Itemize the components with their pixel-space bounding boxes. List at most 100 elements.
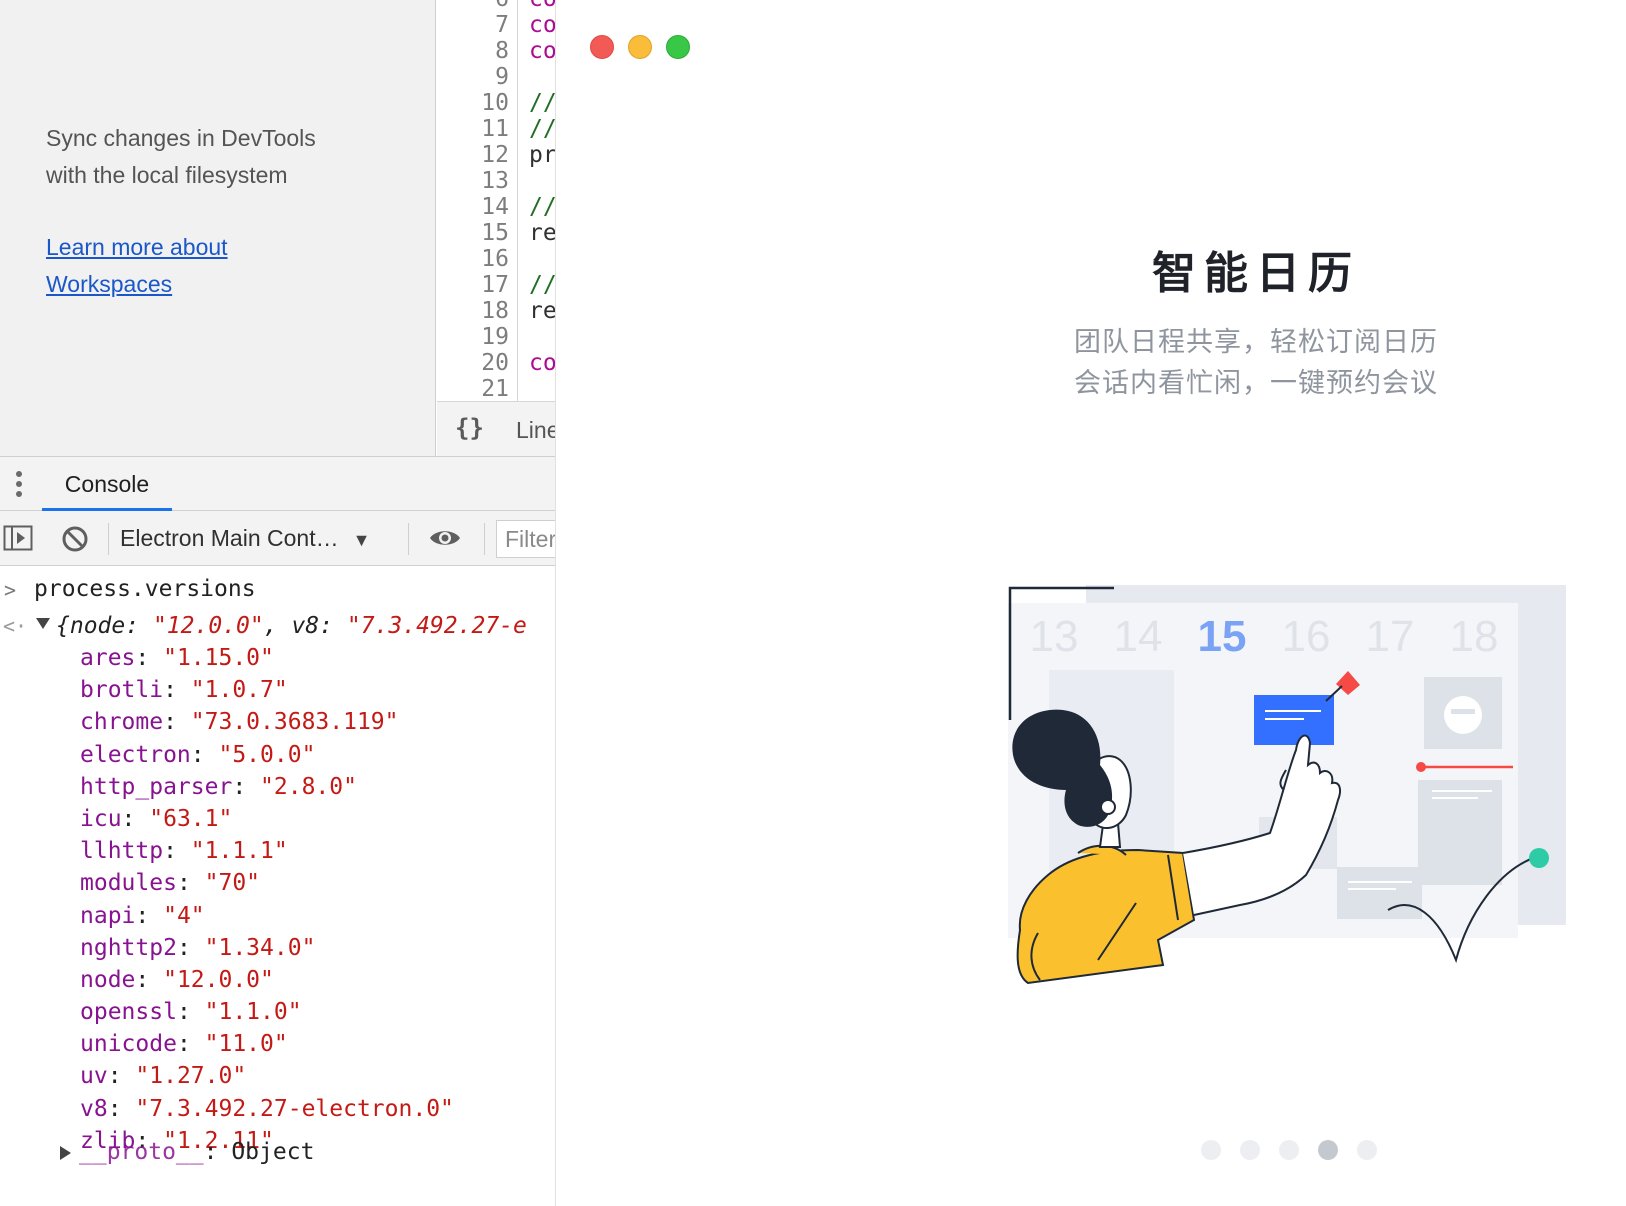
line-number-row[interactable]: 11: [437, 116, 517, 142]
calendar-day-number: 13: [1030, 612, 1079, 661]
line-number-row[interactable]: 14: [437, 194, 517, 220]
property-row[interactable]: napi: "4": [80, 900, 454, 932]
drawer-tab-bar: Console: [0, 457, 555, 511]
property-key: v8: [80, 1095, 108, 1122]
code-line[interactable]: re: [529, 220, 555, 246]
code-line[interactable]: [529, 64, 555, 90]
sync-text-line: with the local filesystem: [46, 162, 288, 188]
line-number: 9: [495, 64, 509, 90]
calendar-day-number: 16: [1282, 612, 1331, 661]
code-line[interactable]: [529, 324, 555, 350]
property-colon: :: [190, 741, 219, 768]
property-value: "63.1": [149, 805, 233, 832]
code-line[interactable]: [529, 246, 555, 272]
code-lines[interactable]: cococo////pr//re//reco: [529, 0, 555, 401]
property-row[interactable]: nghttp2: "1.34.0": [80, 932, 454, 964]
code-line[interactable]: co: [529, 0, 555, 12]
proto-row[interactable]: __proto__: Object: [60, 1136, 314, 1168]
line-number-row[interactable]: 16: [437, 246, 517, 272]
live-expression-eye-icon[interactable]: [428, 526, 462, 550]
property-row[interactable]: node: "12.0.0": [80, 964, 454, 996]
toolbar-divider: [108, 523, 109, 555]
code-line[interactable]: //: [529, 194, 555, 220]
line-number-row[interactable]: 18: [437, 298, 517, 324]
workspace-pane: Sync changes in DevTools with the local …: [0, 0, 436, 456]
property-key: brotli: [80, 677, 164, 704]
clear-console-icon[interactable]: [61, 525, 89, 553]
execution-context-select[interactable]: Electron Main Cont… ▼: [120, 511, 370, 566]
expand-proto-toggle[interactable]: [60, 1145, 71, 1160]
console-filter-input[interactable]: [496, 520, 555, 558]
line-number-row[interactable]: 20: [437, 350, 517, 376]
window-minimize-button[interactable]: [628, 35, 652, 59]
property-row[interactable]: v8: "7.3.492.27-electron.0": [80, 1093, 454, 1125]
line-number-row[interactable]: 21: [437, 376, 517, 401]
code-line[interactable]: re: [529, 298, 555, 324]
object-summary[interactable]: {node: "12.0.0", v8: "7.3.492.27-e: [56, 613, 527, 639]
summary-colon: :: [125, 613, 153, 639]
line-number-row[interactable]: 9: [437, 64, 517, 90]
pager-dot[interactable]: [1201, 1140, 1221, 1160]
collapse-object-toggle[interactable]: [36, 618, 50, 629]
code-editor[interactable]: 6789101112131415161718192021 cococo////p…: [437, 0, 555, 401]
property-row[interactable]: electron: "5.0.0": [80, 739, 454, 771]
property-row[interactable]: modules: "70": [80, 867, 454, 899]
property-row[interactable]: brotli: "1.0.7": [80, 674, 454, 706]
pretty-print-icon[interactable]: {}: [455, 414, 484, 442]
property-row[interactable]: llhttp: "1.1.1": [80, 835, 454, 867]
code-line[interactable]: //: [529, 116, 555, 142]
summary-brace: {: [56, 613, 70, 639]
property-value: "1.1.1": [190, 838, 288, 865]
property-row[interactable]: openssl: "1.1.0": [80, 996, 454, 1028]
avatar-placeholder: [1444, 696, 1482, 734]
line-number-row[interactable]: 13: [437, 168, 517, 194]
property-colon: :: [176, 999, 205, 1026]
line-number-row[interactable]: 15: [437, 220, 517, 246]
property-colon: :: [107, 1063, 136, 1090]
tab-console[interactable]: Console: [42, 457, 172, 511]
link-line[interactable]: Learn more about: [46, 229, 406, 266]
window-maximize-button[interactable]: [666, 35, 690, 59]
link-line[interactable]: Workspaces: [46, 266, 406, 303]
code-line[interactable]: pr: [529, 142, 555, 168]
learn-more-workspaces-link[interactable]: Learn more about Workspaces: [46, 229, 406, 303]
window-close-button[interactable]: [590, 35, 614, 59]
code-line[interactable]: co: [529, 38, 555, 64]
line-number-row[interactable]: 12: [437, 142, 517, 168]
line-number: 17: [481, 272, 509, 298]
feature-title: 智能日历: [1152, 249, 1360, 298]
line-number-row[interactable]: 17: [437, 272, 517, 298]
pager-dot[interactable]: [1240, 1140, 1260, 1160]
show-sidebar-icon[interactable]: [3, 525, 33, 551]
property-row[interactable]: uv: "1.27.0": [80, 1060, 454, 1092]
line-number-row[interactable]: 6: [437, 0, 517, 12]
app-window: 智能日历 团队日程共享，轻松订阅日历 会话内看忙闲，一键预约会议 13 14 15 1…: [555, 0, 1626, 1206]
code-line[interactable]: //: [529, 90, 555, 116]
line-number-row[interactable]: 10: [437, 90, 517, 116]
property-value: "5.0.0": [218, 741, 316, 768]
line-number-row[interactable]: 8: [437, 38, 517, 64]
pager-dot[interactable]: [1279, 1140, 1299, 1160]
description-line: 会话内看忙闲，一键预约会议: [1074, 368, 1438, 398]
code-line[interactable]: [529, 168, 555, 194]
property-row[interactable]: icu: "63.1": [80, 803, 454, 835]
more-options-icon[interactable]: [10, 469, 28, 499]
summary-value: "12.0.0": [152, 613, 264, 639]
line-number-row[interactable]: 19: [437, 324, 517, 350]
console-input-command: process.versions: [34, 576, 256, 602]
toolbar-divider: [408, 523, 409, 555]
code-line[interactable]: [529, 376, 555, 401]
code-line[interactable]: co: [529, 350, 555, 376]
console-drawer: Console Electron Main Cont… ▼ Filter > p…: [0, 456, 555, 1206]
property-key: unicode: [80, 1031, 177, 1058]
pager-dot[interactable]: [1357, 1140, 1377, 1160]
pager-dot[interactable]: [1318, 1140, 1338, 1160]
property-row[interactable]: chrome: "73.0.3683.119": [80, 706, 454, 738]
property-row[interactable]: ares: "1.15.0": [80, 642, 454, 674]
code-line[interactable]: //: [529, 272, 555, 298]
code-line[interactable]: co: [529, 12, 555, 38]
line-number-row[interactable]: 7: [437, 12, 517, 38]
property-row[interactable]: http_parser: "2.8.0": [80, 771, 454, 803]
property-row[interactable]: unicode: "11.0": [80, 1028, 454, 1060]
property-colon: :: [163, 709, 191, 736]
